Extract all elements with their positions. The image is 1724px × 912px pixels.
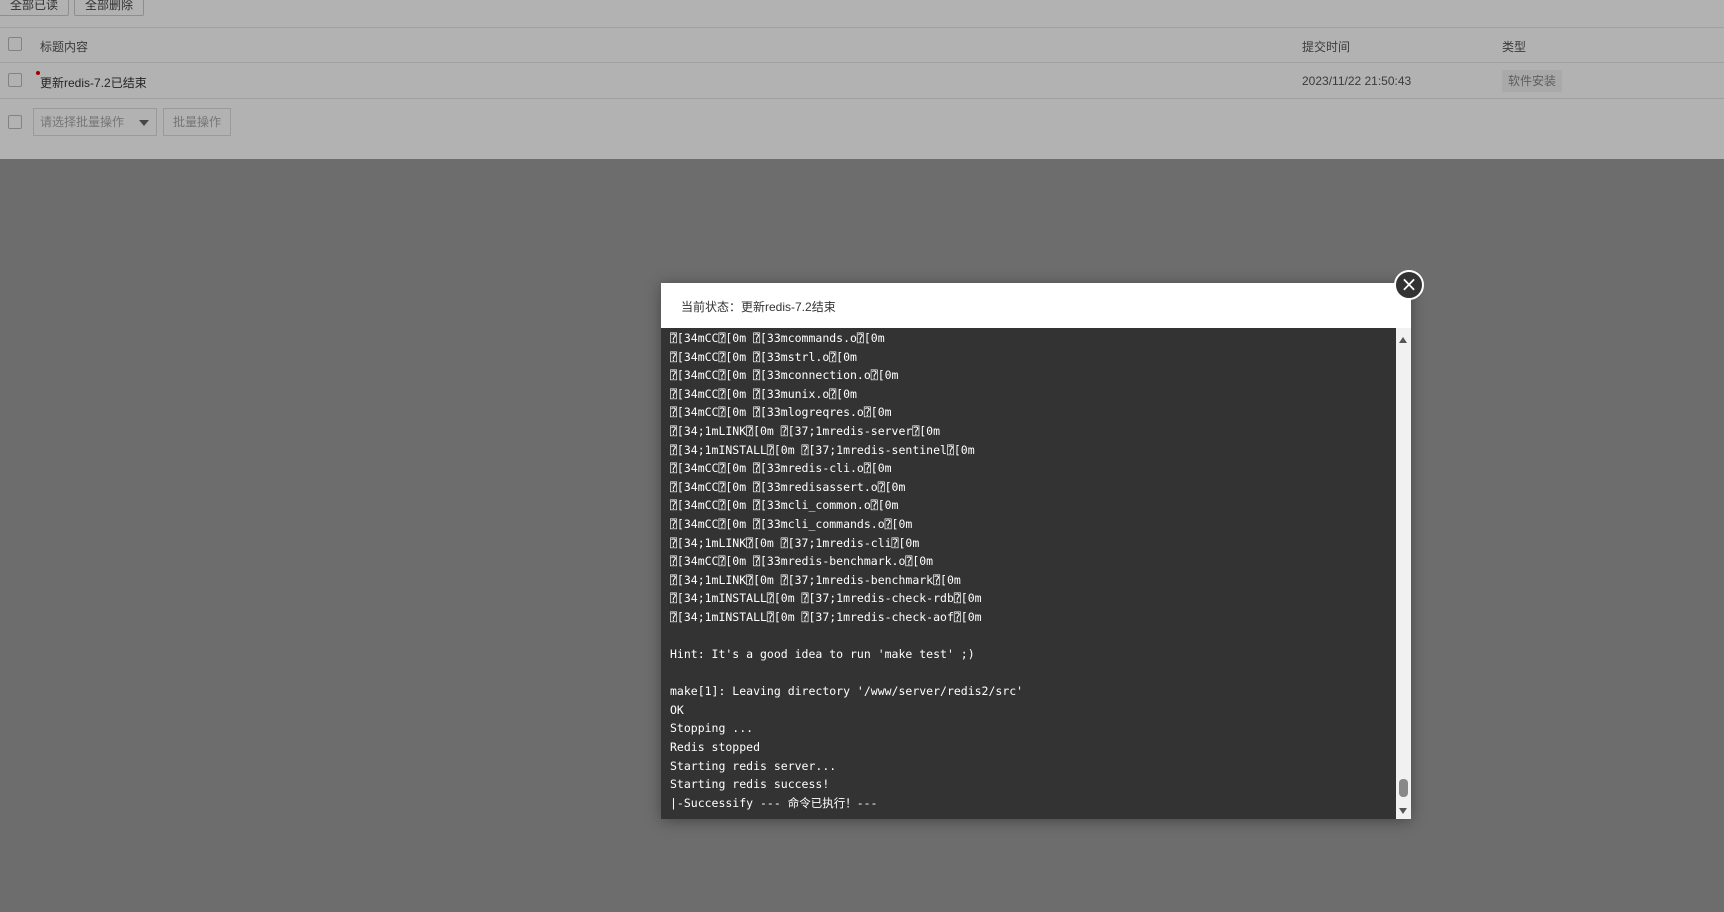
scroll-up-arrow-icon[interactable]	[1399, 337, 1407, 343]
log-line: ⍰[34mCC⍰[0m ⍰[33mcli_common.o⍰[0m	[670, 498, 899, 513]
log-line: Stopping ...	[670, 721, 754, 736]
log-line: ⍰[34mCC⍰[0m ⍰[33mstrl.o⍰[0m	[670, 349, 857, 364]
log-line: ⍰[34mCC⍰[0m ⍰[33mconnection.o⍰[0m	[670, 368, 899, 383]
scrollbar-thumb[interactable]	[1399, 779, 1408, 797]
log-line: ⍰[34mCC⍰[0m ⍰[33mcommands.o⍰[0m	[670, 331, 885, 345]
log-modal: 当前状态：更新redis-7.2结束 × ⍰[34mCC⍰[0m ⍰[33mco…	[661, 270, 1424, 819]
scroll-down-arrow-icon[interactable]	[1399, 808, 1407, 814]
log-line: Starting redis success!	[670, 777, 830, 792]
log-line: ⍰[34;1mINSTALL⍰[0m ⍰[37;1mredis-sentinel…	[670, 442, 975, 457]
log-line: Redis stopped	[670, 740, 761, 755]
close-icon[interactable]: ×	[1394, 270, 1424, 300]
log-line: Hint: It's a good idea to run 'make test…	[670, 647, 975, 662]
log-line: make[1]: Leaving directory '/www/server/…	[670, 684, 1024, 699]
log-line: ⍰[34;1mLINK⍰[0m ⍰[37;1mredis-cli⍰[0m	[670, 535, 920, 550]
log-line: ⍰[34mCC⍰[0m ⍰[33mlogreqres.o⍰[0m	[670, 405, 892, 420]
log-line: ⍰[34mCC⍰[0m ⍰[33mredis-cli.o⍰[0m	[670, 461, 892, 476]
log-line: ⍰[34;1mLINK⍰[0m ⍰[37;1mredis-benchmark⍰[…	[670, 572, 961, 587]
log-lines: ⍰[34mCC⍰[0m ⍰[33mcommands.o⍰[0m ⍰[34mCC⍰[…	[661, 328, 1396, 812]
terminal-scrollbar[interactable]	[1396, 328, 1411, 819]
log-line: Starting redis server...	[670, 758, 837, 773]
log-line: ⍰[34;1mINSTALL⍰[0m ⍰[37;1mredis-check-ao…	[670, 609, 982, 624]
log-line: ⍰[34mCC⍰[0m ⍰[33munix.o⍰[0m	[670, 386, 857, 401]
modal-title: 当前状态：更新redis-7.2结束	[681, 300, 836, 314]
log-line: ⍰[34;1mLINK⍰[0m ⍰[37;1mredis-server⍰[0m	[670, 423, 941, 438]
log-line: ⍰[34mCC⍰[0m ⍰[33mredisassert.o⍰[0m	[670, 479, 906, 494]
terminal-log[interactable]: ⍰[34mCC⍰[0m ⍰[33mcommands.o⍰[0m ⍰[34mCC⍰[…	[661, 328, 1396, 819]
log-line: ⍰[34mCC⍰[0m ⍰[33mredis-benchmark.o⍰[0m	[670, 554, 934, 569]
log-line: ⍰[34mCC⍰[0m ⍰[33mcli_commands.o⍰[0m	[670, 516, 913, 531]
log-line: |-Successify --- 命令已执行！---	[670, 795, 878, 810]
log-line: ⍰[34;1mINSTALL⍰[0m ⍰[37;1mredis-check-rd…	[670, 591, 982, 606]
log-line: OK	[670, 702, 684, 717]
